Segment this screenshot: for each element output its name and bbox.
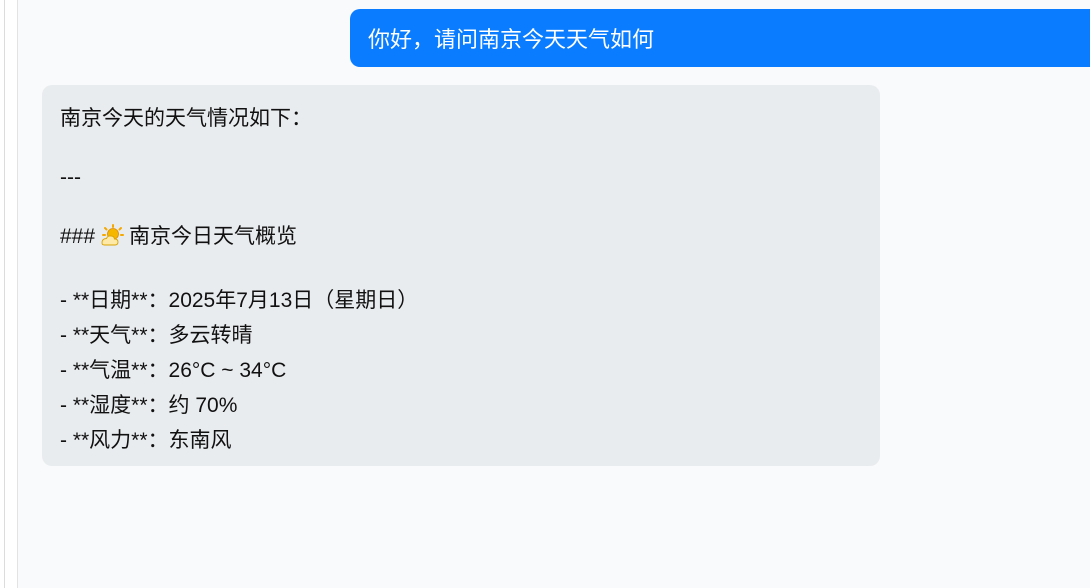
assistant-heading: ### 南京今日天气概览	[60, 219, 862, 259]
heading-prefix: ###	[60, 225, 96, 248]
assistant-divider: ---	[60, 166, 81, 189]
weather-item-temperature: - **气温**：26°C ~ 34°C	[60, 359, 287, 382]
weather-item-condition: - **天气**：多云转晴	[60, 324, 253, 347]
user-message-bubble: 你好，请问南京今天天气如何	[350, 9, 1090, 67]
sun-behind-cloud-icon	[99, 224, 125, 259]
assistant-message-bubble: 南京今天的天气情况如下： --- ### 南京今日天气概览 - **日期**：2…	[42, 85, 880, 466]
weather-item-humidity: - **湿度**：约 70%	[60, 394, 238, 417]
user-message-text: 你好，请问南京今天天气如何	[368, 27, 655, 52]
left-panel-edge	[0, 0, 18, 588]
chat-area: 你好，请问南京今天天气如何 南京今天的天气情况如下： --- ### 南京今日天…	[18, 0, 1090, 588]
assistant-intro: 南京今天的天气情况如下：	[60, 107, 312, 130]
heading-text: 南京今日天气概览	[129, 225, 298, 248]
weather-item-date: - **日期**：2025年7月13日（星期日）	[60, 289, 419, 312]
weather-item-wind: - **风力**：东南风	[60, 429, 232, 452]
